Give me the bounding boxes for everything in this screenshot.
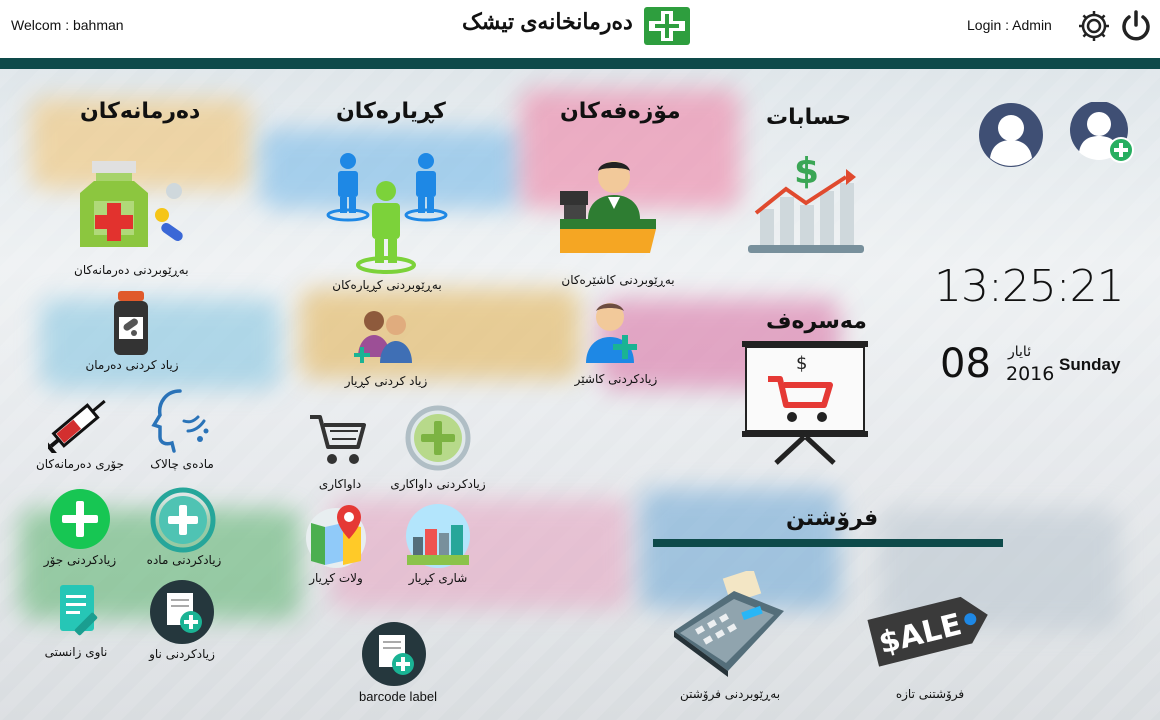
clock-time: 13:25:21 [934,261,1125,312]
section-employees: مۆزەفەکان [560,99,681,124]
medicine-type-label: جۆری دەرمانەکان [35,457,125,471]
syringe-icon [41,389,114,457]
growth-chart-icon: $ [746,147,866,261]
section-customers: کڕیارەکان [336,99,446,124]
cash-register-icon [666,568,790,685]
add-type-label: زیادکردنی جۆر [43,553,117,567]
add-medicine-label: زیاد کردنی دەرمان [85,358,179,372]
add-circle-ring-icon [405,405,471,475]
welcome-text: Welcom : bahman [11,17,124,33]
add-circle-icon [48,487,112,555]
section-sales: فرۆشتن [786,506,879,531]
add-customer-label: زیاد کردنی کڕیار [344,374,428,388]
sale-tag-icon: $ALE [866,583,996,683]
add-circle-outline-icon [150,487,216,557]
add-cashier-label: زیادکردنی کاشێر [574,372,658,386]
pharmacy-cross-icon [643,6,691,50]
customers-group-icon [326,151,448,279]
clock-weekday: Sunday [1059,355,1121,374]
barcode-document-icon [361,621,427,691]
clock-year: 2016 [1006,363,1055,385]
login-text: Login : Admin [967,17,1052,33]
inhale-face-icon [150,387,212,457]
active-substance-label: مادەی چالاک [150,457,214,471]
clock-month: ئایار [1008,344,1032,360]
section-expenses: مەسرەف [766,309,867,334]
add-name-label: زیادکردنی ناو [149,647,215,661]
add-substance-label: زیادکردنی مادە [146,553,222,567]
add-customer-icon [354,307,418,369]
customer-country-label: ولات کڕیار [309,571,363,585]
manage-cashiers-label: بەڕێوبردنی کاشێرەکان [561,273,675,287]
medicine-bottle-icon [74,159,186,255]
svg-text:$: $ [796,353,807,374]
user-avatar[interactable] [978,102,1044,172]
svg-text:$: $ [794,151,819,192]
pill-jar-icon [112,291,150,359]
barcode-label-text: barcode label [358,689,438,704]
sales-divider [653,539,1003,547]
city-icon [405,503,471,573]
document-add-icon [149,579,215,649]
add-user-avatar[interactable] [1069,101,1137,168]
power-icon[interactable] [1120,9,1152,47]
cart-board-icon: $ [740,339,870,469]
manage-medicines-label: بەڕێوبردنی دەرمانەکان [74,263,189,277]
dashboard: دەرمانەکان کڕیارەکان مۆزەفەکان حسابات مە… [0,69,1160,720]
scientific-name-label: ناوی زانستی [44,645,108,659]
manage-sales-label: بەڕێوبردنی فرۆشتن [679,687,781,701]
header-divider [0,58,1160,69]
requests-label: داواکاری [318,477,362,491]
gear-icon[interactable] [1077,9,1111,47]
manage-customers-label: بەڕێوبردنی کڕیارەکان [332,278,442,292]
section-medicines: دەرمانەکان [80,99,201,124]
cart-icon [308,411,368,471]
top-bar: Welcom : bahman دەرمانخانەی تیشک Login :… [0,0,1160,58]
app-title: دەرمانخانەی تیشک [462,9,633,34]
add-cashier-icon [584,301,642,369]
clock-day: 08 [940,341,991,387]
map-pin-icon [305,503,367,573]
add-request-label: زیادکردنی داواکاری [390,477,486,491]
document-edit-icon [56,583,104,641]
customer-city-label: شاری کڕیار [408,571,468,585]
section-accounts: حسابات [766,105,852,130]
new-sale-label: فرۆشتنی تازە [895,687,965,701]
cashier-icon [558,157,662,265]
